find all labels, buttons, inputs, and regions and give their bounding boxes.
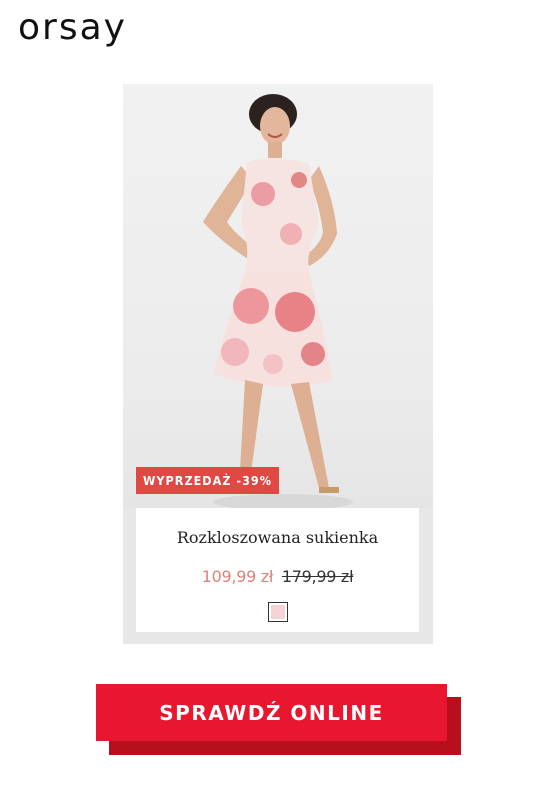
page: orsay WYPRZEDAŻ -39% Rozkloszowana sukie… <box>0 0 557 800</box>
check-online-button[interactable]: SPRAWDŹ ONLINE <box>96 684 447 741</box>
color-swatch-fill <box>271 605 285 619</box>
product-info: Rozkloszowana sukienka 109,99 zł 179,99 … <box>136 508 419 632</box>
model-photo-illustration <box>203 94 353 508</box>
product-name[interactable]: Rozkloszowana sukienka <box>136 528 419 547</box>
sale-price: 109,99 zł <box>201 567 274 586</box>
color-swatch[interactable] <box>268 602 288 622</box>
product-card[interactable]: WYPRZEDAŻ -39% Rozkloszowana sukienka 10… <box>123 84 433 644</box>
original-price: 179,99 zł <box>281 567 354 586</box>
price-row: 109,99 zł 179,99 zł <box>136 567 419 586</box>
sale-badge: WYPRZEDAŻ -39% <box>136 467 279 494</box>
brand-logo[interactable]: orsay <box>18 6 127 50</box>
product-image[interactable] <box>123 84 433 508</box>
